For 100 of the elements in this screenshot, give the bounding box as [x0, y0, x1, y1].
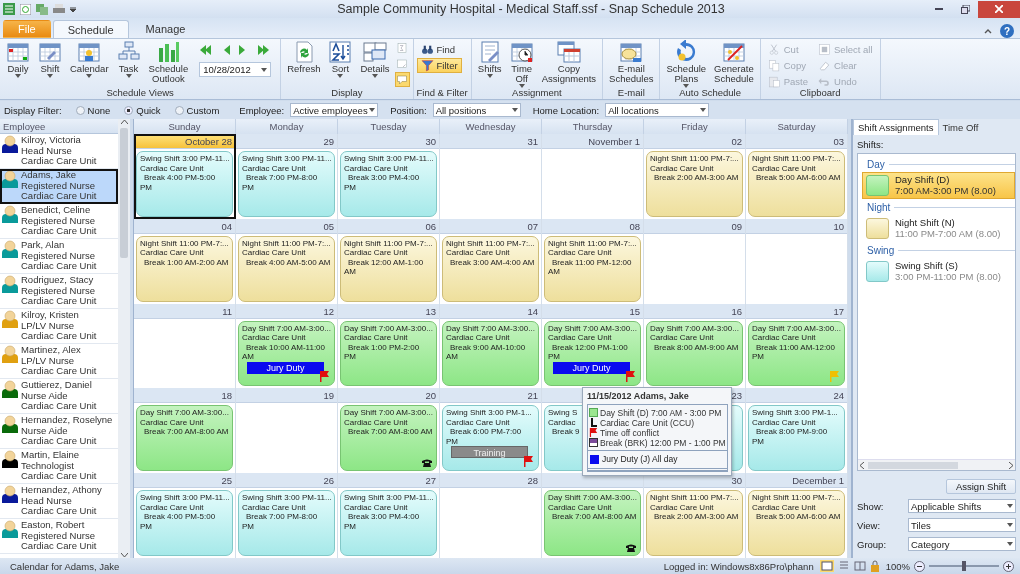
- shift-tile[interactable]: Night Shift 11:00 PM-7:... Cardiac Care Unit Break 12:00 AM-1:00 AM: [340, 235, 437, 302]
- ribbon-button[interactable]: Daily: [3, 40, 33, 78]
- employee-row[interactable]: Adams, Jake Registered Nurse Cardiac Care Unit: [0, 169, 118, 204]
- employee-row[interactable]: Guttierez, Daniel Nurse Aide Cardiac Care Unit: [0, 379, 118, 414]
- ribbon-tab[interactable]: Schedule: [52, 20, 129, 38]
- shift-tile[interactable]: Night Shift 11:00 PM-7:... Cardiac Care Unit Break 5:00 AM-6:00 AM: [748, 490, 845, 556]
- shift-tile[interactable]: Swing Shift 3:00 PM-1... Cardiac Care Unit Break 6:00 PM-7:00 PM Training: [442, 405, 539, 472]
- employee-row[interactable]: Hernandez, Athony Head Nurse Cardiac Care Unit: [0, 484, 118, 519]
- close-button[interactable]: [978, 0, 1020, 18]
- zoom-out-icon[interactable]: [914, 560, 925, 572]
- help-button[interactable]: ?: [1000, 24, 1014, 38]
- day-cell[interactable]: 13 Day Shift 7:00 AM-3:00... Cardiac Care Unit Break 1:00 PM-2:00 PM: [338, 303, 440, 389]
- day-cell[interactable]: October 28 Swing Shift 3:00 PM-11... Cardiac Care Unit Break 4:00 PM-5:00 PM: [134, 134, 236, 219]
- day-cell[interactable]: 14 Day Shift 7:00 AM-3:00... Cardiac Care Unit Break 9:00 AM-10:00 AM: [440, 303, 542, 389]
- list-view-icon[interactable]: [837, 560, 850, 572]
- shift-tile[interactable]: Swing Shift 3:00 PM-11... Cardiac Care Unit Break 3:00 PM-4:00 PM: [340, 151, 437, 217]
- employee-row[interactable]: Easton, Robert Registered Nurse Cardiac Care Unit: [0, 519, 118, 554]
- day-cell[interactable]: 18 Day Shift 7:00 AM-3:00... Cardiac Care Unit Break 7:00 AM-8:00 AM: [134, 388, 236, 474]
- dropdown-field[interactable]: All locations: [605, 103, 710, 117]
- day-cell[interactable]: 06 Night Shift 11:00 PM-7:... Cardiac Care Unit Break 12:00 AM-1:00 AM: [338, 218, 440, 304]
- shift-tile[interactable]: Day Shift 7:00 AM-3:00... Cardiac Care Unit Break 10:00 AM-11:00 AM Jury Duty: [238, 320, 335, 387]
- day-cell[interactable]: 08 Night Shift 11:00 PM-7:... Cardiac Care Unit Break 11:00 PM-12:00 AM: [542, 218, 644, 304]
- shift-tile[interactable]: Day Shift 7:00 AM-3:00... Cardiac Care Unit Break 11:00 AM-12:00 PM: [748, 320, 845, 387]
- panel-tab[interactable]: Shift Assignments: [853, 119, 939, 135]
- scroll-up-icon[interactable]: [120, 119, 128, 124]
- shift-tile[interactable]: Night Shift 11:00 PM-7:... Cardiac Care Unit Break 3:00 AM-4:00 AM: [442, 235, 539, 302]
- day-cell[interactable]: 04 Night Shift 11:00 PM-7:... Cardiac Care Unit Break 1:00 AM-2:00 AM: [134, 218, 236, 304]
- shift-tile[interactable]: Day Shift 7:00 AM-3:00... Cardiac Care Unit Break 1:00 PM-2:00 PM: [340, 320, 437, 387]
- scroll-down-icon[interactable]: [120, 553, 128, 558]
- copy-icon[interactable]: [36, 3, 48, 15]
- shift-tile[interactable]: Night Shift 11:00 PM-7:... Cardiac Care Unit Break 2:00 AM-3:00 AM: [646, 490, 743, 556]
- ribbon-button[interactable]: Shift: [35, 40, 65, 78]
- day-cell[interactable]: 28: [440, 473, 542, 558]
- employee-row[interactable]: Benedict, Celine Registered Nurse Cardiac Care Unit: [0, 204, 118, 239]
- ribbon-button[interactable]: Sort: [325, 40, 356, 78]
- view-toggle-button[interactable]: [394, 40, 410, 55]
- shift-tile[interactable]: Day Shift 7:00 AM-3:00... Cardiac Care Unit Break 12:00 PM-1:00 PM Jury Duty: [544, 320, 641, 387]
- employee-row[interactable]: Rodriguez, Stacy Registered Nurse Cardiac Care Unit: [0, 274, 118, 309]
- day-cell[interactable]: November 1: [542, 134, 644, 219]
- print-icon[interactable]: [53, 3, 65, 15]
- ribbon-tab[interactable]: Manage: [130, 20, 201, 38]
- ribbon-button[interactable]: Copy Assignments: [538, 40, 600, 84]
- day-cell[interactable]: 30 Swing Shift 3:00 PM-11... Cardiac Care Unit Break 3:00 PM-4:00 PM: [338, 134, 440, 219]
- ribbon-button[interactable]: Generate Schedule: [711, 40, 757, 84]
- assign-shift-button[interactable]: Assign Shift: [946, 479, 1016, 494]
- collapse-icon[interactable]: [984, 28, 992, 34]
- shift-tile[interactable]: Swing Shift 3:00 PM-11... Cardiac Care Unit Break 3:00 PM-4:00 PM: [340, 490, 437, 556]
- employee-row[interactable]: Kilroy, Kristen LP/LV Nurse Cardiac Care Unit: [0, 309, 118, 344]
- scroll-right-icon[interactable]: [1009, 461, 1013, 469]
- day-cell[interactable]: 30 Night Shift 11:00 PM-7:... Cardiac Care Unit Break 2:00 AM-3:00 AM: [644, 473, 746, 558]
- dropdown-field[interactable]: Category: [908, 537, 1016, 551]
- day-cell[interactable]: 09: [644, 218, 746, 304]
- shift-tile[interactable]: Swing Shift 3:00 PM-11... Cardiac Care Unit Break 7:00 PM-8:00 PM: [238, 490, 335, 556]
- scroll-thumb[interactable]: [120, 128, 128, 258]
- dropdown-field[interactable]: Applicable Shifts: [908, 499, 1016, 513]
- ribbon-button[interactable]: Shifts: [474, 40, 505, 78]
- shift-tile[interactable]: Night Shift 11:00 PM-7:... Cardiac Care Unit Break 11:00 PM-12:00 AM: [544, 235, 641, 302]
- employee-row[interactable]: Martinez, Alex LP/LV Nurse Cardiac Care Unit: [0, 344, 118, 379]
- view-toggle-button[interactable]: [394, 72, 410, 87]
- day-cell[interactable]: 11: [134, 303, 236, 389]
- slider-thumb[interactable]: [962, 561, 966, 571]
- ribbon-button[interactable]: Find: [416, 42, 462, 57]
- shift-tile[interactable]: Night Shift 11:00 PM-7:... Cardiac Care Unit Break 1:00 AM-2:00 AM: [136, 235, 233, 302]
- shift-tile[interactable]: Swing Shift 3:00 PM-1... Cardiac Care Unit Break 8:00 PM-9:00 PM: [748, 405, 845, 472]
- shift-item[interactable]: Day Shift (D) 7:00 AM-3:00 PM (8.00): [862, 172, 1015, 199]
- ribbon-button[interactable]: Refresh: [284, 40, 324, 74]
- shift-tile[interactable]: Night Shift 11:00 PM-7:... Cardiac Care Unit Break 5:00 AM-6:00 AM: [748, 151, 845, 217]
- zoom-slider[interactable]: [929, 561, 999, 571]
- day-cell[interactable]: 19: [236, 388, 338, 474]
- radio-option[interactable]: Custom: [174, 104, 220, 116]
- day-cell[interactable]: 24 Swing Shift 3:00 PM-1... Cardiac Care Unit Break 8:00 PM-9:00 PM: [746, 388, 848, 474]
- radio-option[interactable]: Quick: [124, 104, 161, 116]
- shift-tile[interactable]: Day Shift 7:00 AM-3:00... Cardiac Care Unit Break 7:00 AM-8:00 AM: [136, 405, 233, 472]
- shift-tile[interactable]: Day Shift 7:00 AM-3:00... Cardiac Care Unit Break 9:00 AM-10:00 AM: [442, 320, 539, 387]
- ribbon-button[interactable]: E-mail Schedules: [606, 40, 657, 84]
- day-cell[interactable]: 21 Swing Shift 3:00 PM-1... Cardiac Care Unit Break 6:00 PM-7:00 PM Training: [440, 388, 542, 474]
- shift-item[interactable]: Swing Shift (S) 3:00 PM-11:00 PM (8.00): [862, 258, 1015, 285]
- day-cell[interactable]: 10: [746, 218, 848, 304]
- ribbon-button[interactable]: Schedule Plans: [663, 40, 710, 88]
- shift-tile[interactable]: Night Shift 11:00 PM-7:... Cardiac Care Unit Break 2:00 AM-3:00 AM: [646, 151, 743, 217]
- day-cell[interactable]: 29 Swing Shift 3:00 PM-11... Cardiac Care Unit Break 7:00 PM-8:00 PM: [236, 134, 338, 219]
- shift-tile[interactable]: Swing Shift 3:00 PM-11... Cardiac Care Unit Break 7:00 PM-8:00 PM: [238, 151, 335, 217]
- caret-icon[interactable]: [70, 6, 76, 12]
- day-cell[interactable]: 03 Night Shift 11:00 PM-7:... Cardiac Care Unit Break 5:00 AM-6:00 AM: [746, 134, 848, 219]
- date-field[interactable]: 10/28/2012: [199, 62, 272, 77]
- previous-arrow-icon[interactable]: [199, 44, 214, 56]
- ribbon-button[interactable]: Calendar: [67, 40, 112, 78]
- zoom-in-icon[interactable]: [1003, 560, 1014, 572]
- shift-tile[interactable]: Day Shift 7:00 AM-3:00... Cardiac Care Unit Break 7:00 AM-8:00 AM: [340, 405, 437, 472]
- ribbon-button[interactable]: Schedule Outlook: [145, 40, 192, 84]
- day-cell[interactable]: 25 Swing Shift 3:00 PM-11... Cardiac Care Unit Break 4:00 PM-5:00 PM: [134, 473, 236, 558]
- day-cell[interactable]: 20 Day Shift 7:00 AM-3:00... Cardiac Care Unit Break 7:00 AM-8:00 AM: [338, 388, 440, 474]
- radio-option[interactable]: None: [75, 104, 111, 116]
- ribbon-button[interactable]: Time Off: [506, 40, 537, 88]
- view-toggle-button[interactable]: [394, 56, 410, 71]
- day-cell[interactable]: 15 Day Shift 7:00 AM-3:00... Cardiac Care Unit Break 12:00 PM-1:00 PM Jury Duty: [542, 303, 644, 389]
- shift-tile[interactable]: Day Shift 7:00 AM-3:00... Cardiac Care Unit Break 7:00 AM-8:00 AM: [544, 490, 641, 556]
- day-cell[interactable]: 07 Night Shift 11:00 PM-7:... Cardiac Care Unit Break 3:00 AM-4:00 AM: [440, 218, 542, 304]
- grid-view-icon[interactable]: [853, 560, 866, 572]
- dropdown-field[interactable]: Active employees: [290, 103, 379, 117]
